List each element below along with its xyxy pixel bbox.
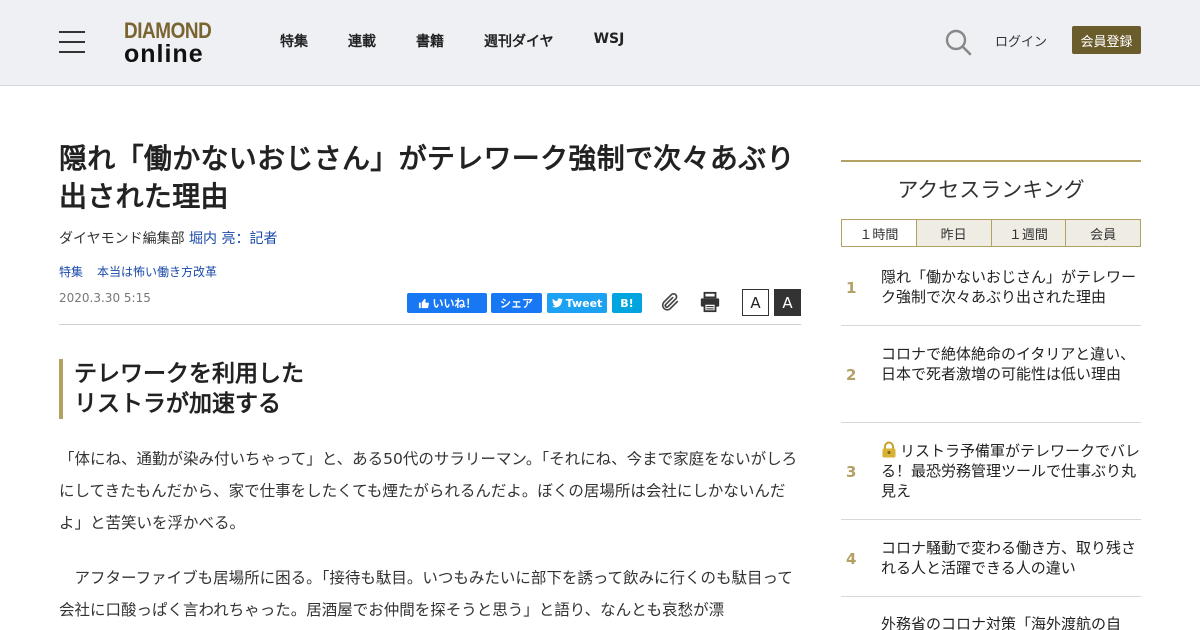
printer-icon[interactable] <box>699 291 721 313</box>
nav-item-weekly-diamond[interactable]: 週刊ダイヤ <box>484 31 554 51</box>
ranking-item[interactable]: 4 コロナ騒動で変わる働き方、取り残される人と活躍できる人の違い <box>841 520 1141 597</box>
register-button[interactable]: 会員登録 <box>1072 26 1141 54</box>
ranking-article-text: リストラ予備軍がテレワークでバレる！最恐労務管理ツールで仕事ぶり丸見え <box>881 442 1141 500</box>
hatena-bookmark-button[interactable]: B! <box>612 293 642 313</box>
site-header: DIAMOND online 特集 連載 書籍 週刊ダイヤ WSJ ログイン 会… <box>0 0 1200 86</box>
byline: ダイヤモンド編集部 堀内 亮：記者 <box>59 228 278 248</box>
ranking-item[interactable]: 2 コロナで絶体絶命のイタリアと違い、日本で死者激増の可能性は低い理由 <box>841 326 1141 423</box>
like-label: いいね！ <box>432 297 477 310</box>
ranking-number: 2 <box>846 366 857 384</box>
tag-link[interactable]: 本当は怖い働き方改革 <box>97 263 217 280</box>
author-link[interactable]: 堀内 亮：記者 <box>189 231 277 247</box>
login-link[interactable]: ログイン <box>995 31 1047 50</box>
divider <box>59 324 801 325</box>
font-size-large-button[interactable]: A <box>774 289 801 316</box>
font-size-small-button[interactable]: A <box>742 289 769 316</box>
tag-link[interactable]: 特集 <box>59 263 83 280</box>
ranking-number: 3 <box>846 463 857 481</box>
ranking-item[interactable]: 1 隠れ「働かないおじさん」がテレワーク強制で次々あぶり出された理由 <box>841 257 1141 326</box>
twitter-bird-icon <box>551 298 563 308</box>
ranking-article-title: リストラ予備軍がテレワークでバレる！最恐労務管理ツールで仕事ぶり丸見え <box>881 441 1141 501</box>
ranking-article-title: コロナ騒動で変わる働き方、取り残される人と活躍できる人の違い <box>881 539 1137 577</box>
publish-date: 2020.3.30 5:15 <box>59 291 151 305</box>
main-nav: 特集 連載 書籍 週刊ダイヤ WSJ <box>280 31 664 51</box>
ranking-number: 4 <box>846 550 857 568</box>
article-paragraph: 「体にね、通勤が染み付いちゃって」と、ある50代のサラリーマン。「それにね、今ま… <box>59 450 798 532</box>
tab-members[interactable]: 会員 <box>1065 220 1140 246</box>
hamburger-menu-icon[interactable] <box>59 31 85 53</box>
tweet-label: Tweet <box>565 296 603 310</box>
tab-yesterday[interactable]: 昨日 <box>915 220 991 246</box>
ranking-article-title: 隠れ「働かないおじさん」がテレワーク強制で次々あぶり出された理由 <box>881 268 1137 306</box>
ranking-item[interactable]: 3 リストラ予備軍がテレワークでバレる！最恐労務管理ツールで仕事ぶり丸見え <box>841 423 1141 520</box>
tab-1-week[interactable]: １週間 <box>990 220 1066 246</box>
facebook-share-button[interactable]: シェア <box>491 293 542 313</box>
ranking-tabs: １時間 昨日 １週間 会員 <box>841 219 1141 247</box>
sidebar-divider <box>841 160 1141 162</box>
thumbs-up-icon <box>418 298 429 308</box>
paperclip-icon[interactable] <box>659 291 681 313</box>
tweet-button[interactable]: Tweet <box>547 293 607 313</box>
nav-item-wsj[interactable]: WSJ <box>594 31 625 51</box>
lock-icon <box>882 441 896 458</box>
article-subheading: テレワークを利用した リストラが加速する <box>59 359 359 419</box>
site-logo[interactable]: DIAMOND online <box>124 18 228 68</box>
search-icon[interactable] <box>944 28 972 56</box>
ranking-title: アクセスランキング <box>897 178 1085 202</box>
byline-publisher: ダイヤモンド編集部 <box>59 231 185 247</box>
subheading-line: リストラが加速する <box>74 391 281 417</box>
article-title: 隠れ「働かないおじさん」がテレワーク強制で次々あぶり出された理由 <box>59 142 795 213</box>
ranking-item[interactable]: 5 外務省のコロナ対策「海外渡航の自 <box>841 597 1141 630</box>
nav-item-books[interactable]: 書籍 <box>416 31 444 51</box>
tab-1-hour[interactable]: １時間 <box>842 220 916 246</box>
facebook-like-button[interactable]: いいね！ <box>407 293 487 313</box>
ranking-article-title: コロナで絶体絶命のイタリアと違い、日本で死者激増の可能性は低い理由 <box>881 345 1136 383</box>
nav-item-series[interactable]: 連載 <box>348 31 376 51</box>
ranking-number: 1 <box>846 279 857 297</box>
subheading-line: テレワークを利用した <box>74 361 304 387</box>
article-tags: 特集 本当は怖い働き方改革 <box>59 263 217 280</box>
ranking-article-title: 外務省のコロナ対策「海外渡航の自 <box>881 615 1122 630</box>
logo-bottom-text: online <box>124 40 204 68</box>
logo-top-text: DIAMOND <box>124 18 212 43</box>
nav-item-feature[interactable]: 特集 <box>280 31 308 51</box>
article-paragraph: アフターファイブも居場所に困る。「接待も駄目。いつもみたいに部下を誘って飲みに行… <box>59 569 793 619</box>
